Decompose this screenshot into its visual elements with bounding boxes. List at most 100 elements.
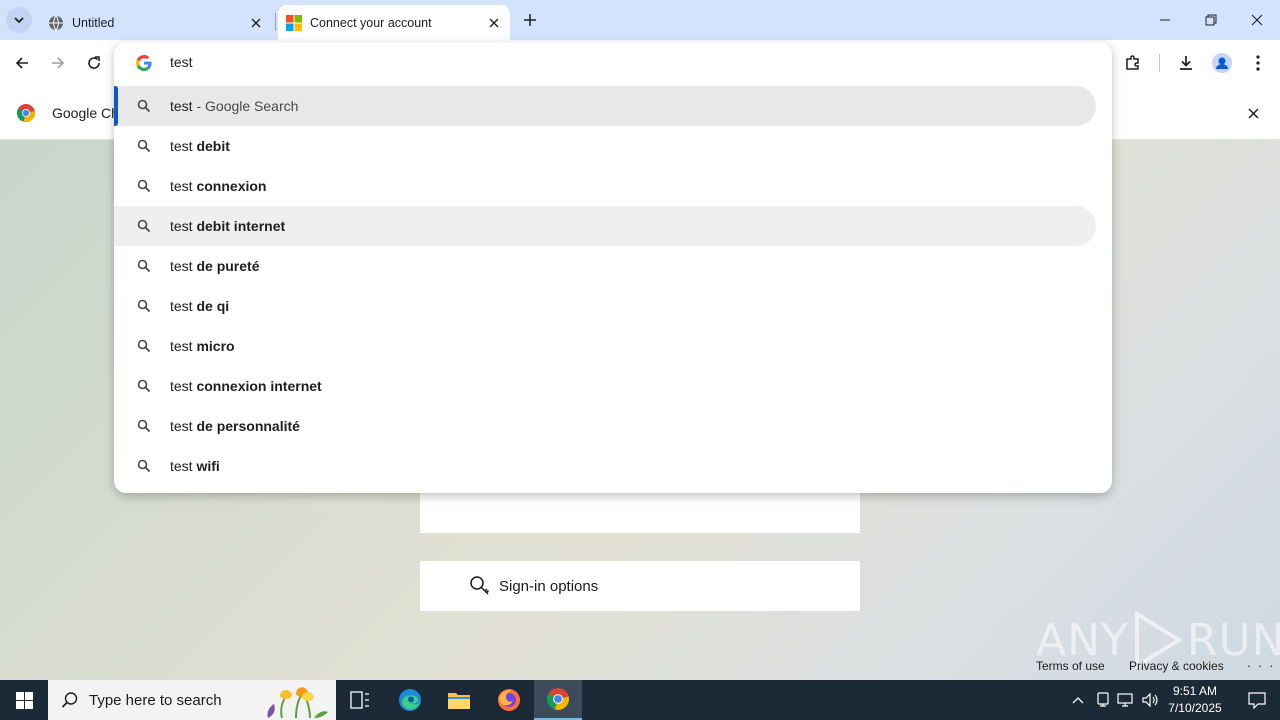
tab-search-button[interactable] xyxy=(6,7,32,33)
more-vertical-icon xyxy=(1256,55,1260,71)
menu-button[interactable] xyxy=(1244,49,1272,77)
suggestion-text: test connexion xyxy=(170,178,266,194)
chevron-up-icon xyxy=(1072,697,1084,704)
suggestion-bold: de pureté xyxy=(196,258,260,274)
close-icon xyxy=(1251,14,1263,26)
suggestion-prefix: test xyxy=(170,458,197,474)
tab-connect-account[interactable]: Connect your account xyxy=(278,5,510,40)
network-button[interactable] xyxy=(1116,690,1136,710)
tab-title: Connect your account xyxy=(310,15,432,30)
puzzle-icon xyxy=(1126,55,1139,70)
key-search-icon xyxy=(470,576,490,595)
firefox-taskbar-button[interactable] xyxy=(485,680,533,720)
suggestion-prefix: test xyxy=(170,298,197,314)
taskbar-clock[interactable]: 9:51 AM 7/10/2025 xyxy=(1162,683,1228,717)
suggestion-item[interactable]: test debit internet xyxy=(114,206,1096,246)
notifications-button[interactable] xyxy=(1234,680,1280,720)
google-g-icon xyxy=(136,55,152,71)
reload-icon xyxy=(88,56,100,69)
clock-date: 7/10/2025 xyxy=(1168,701,1222,715)
tray-overflow-button[interactable] xyxy=(1068,690,1088,710)
edge-taskbar-button[interactable] xyxy=(386,680,434,720)
minimize-button[interactable] xyxy=(1142,0,1188,40)
restore-icon xyxy=(1205,14,1217,26)
suggestion-bold: de personnalité xyxy=(196,418,300,434)
speaker-icon xyxy=(1142,692,1158,708)
suggestion-item[interactable]: test connexion internet xyxy=(114,366,1112,406)
avatar-icon xyxy=(1212,53,1232,73)
windows-logo-icon xyxy=(15,691,33,709)
signin-options-button[interactable]: Sign-in options xyxy=(420,561,860,611)
suggestion-item[interactable]: test debit xyxy=(114,126,1112,166)
tray-device-button[interactable] xyxy=(1093,690,1113,710)
suggestion-bold: de qi xyxy=(196,298,230,314)
close-window-button[interactable] xyxy=(1234,0,1280,40)
search-icon xyxy=(137,219,151,233)
suggestion-prefix: test xyxy=(170,138,197,154)
suggestion-text: test connexion internet xyxy=(170,378,322,394)
new-tab-button[interactable] xyxy=(518,8,542,32)
tab-title: Untitled xyxy=(72,15,115,30)
network-icon xyxy=(1117,693,1133,707)
reload-button[interactable] xyxy=(80,49,108,77)
suggestion-suffix: - Google Search xyxy=(192,98,299,114)
suggestion-item[interactable]: test de personnalité xyxy=(114,406,1112,446)
suggestion-bold: debit internet xyxy=(196,218,286,234)
tab-close-button[interactable] xyxy=(246,13,266,33)
signin-options-label: Sign-in options xyxy=(499,577,599,595)
suggestion-item[interactable]: test connexion xyxy=(114,166,1112,206)
infobar-close-button[interactable] xyxy=(1243,103,1263,123)
start-button[interactable] xyxy=(0,680,48,720)
close-icon xyxy=(1247,107,1259,119)
windows-taskbar: Type here to search 9:51 AM 7/10/2025 xyxy=(0,680,1280,720)
suggestion-text: test debit xyxy=(170,138,230,154)
firefox-icon xyxy=(498,689,520,711)
search-icon xyxy=(137,419,151,433)
omnibox-dropdown: test - Google Search test debit test con… xyxy=(114,42,1112,493)
profile-button[interactable] xyxy=(1208,49,1236,77)
suggestion-item[interactable]: test wifi xyxy=(114,446,1112,486)
tulips-illustration-icon xyxy=(267,687,328,718)
folder-icon xyxy=(448,693,470,709)
volume-button[interactable] xyxy=(1140,690,1160,710)
close-icon xyxy=(251,18,261,27)
tab-separator xyxy=(275,13,276,31)
file-explorer-button[interactable] xyxy=(435,680,483,720)
suggestion-item[interactable]: test micro xyxy=(114,326,1112,366)
search-icon xyxy=(137,99,151,113)
suggestion-text: test debit internet xyxy=(170,218,285,234)
chrome-icon xyxy=(547,688,569,710)
suggestion-item[interactable]: test - Google Search xyxy=(114,86,1096,126)
tab-untitled[interactable]: Untitled xyxy=(40,5,272,40)
suggestion-text: test - Google Search xyxy=(170,98,298,114)
search-icon xyxy=(137,299,151,313)
suggestion-prefix: test xyxy=(170,338,197,354)
chrome-taskbar-button[interactable] xyxy=(534,680,582,720)
back-button[interactable] xyxy=(8,49,36,77)
taskbar-search-box[interactable]: Type here to search xyxy=(48,680,336,720)
task-view-icon xyxy=(350,691,369,709)
chevron-down-icon xyxy=(14,17,24,24)
task-view-button[interactable] xyxy=(336,680,384,720)
suggestion-text: test wifi xyxy=(170,458,220,474)
extensions-button[interactable] xyxy=(1119,49,1147,77)
downloads-button[interactable] xyxy=(1172,49,1200,77)
close-icon xyxy=(489,18,499,27)
tab-strip: Untitled Connect your account xyxy=(0,0,1280,40)
suggestion-item[interactable]: test de qi xyxy=(114,286,1112,326)
suggestion-bold: connexion xyxy=(196,178,267,194)
suggestion-bold: debit xyxy=(196,138,230,154)
suggestion-prefix: test xyxy=(170,378,197,394)
suggestion-item[interactable]: test de pureté xyxy=(114,246,1112,286)
privacy-link[interactable]: Privacy & cookies xyxy=(1129,659,1224,673)
suggestion-prefix: test xyxy=(170,98,193,114)
terms-link[interactable]: Terms of use xyxy=(1036,659,1105,673)
tab-close-button[interactable] xyxy=(484,13,504,33)
forward-button[interactable] xyxy=(44,49,72,77)
restore-button[interactable] xyxy=(1188,0,1234,40)
omnibox-input[interactable] xyxy=(170,54,1070,70)
clock-time: 9:51 AM xyxy=(1172,684,1218,698)
suggestion-text: test micro xyxy=(170,338,235,354)
more-options-button[interactable]: . . . xyxy=(1247,655,1275,670)
suggestion-prefix: test xyxy=(170,178,197,194)
